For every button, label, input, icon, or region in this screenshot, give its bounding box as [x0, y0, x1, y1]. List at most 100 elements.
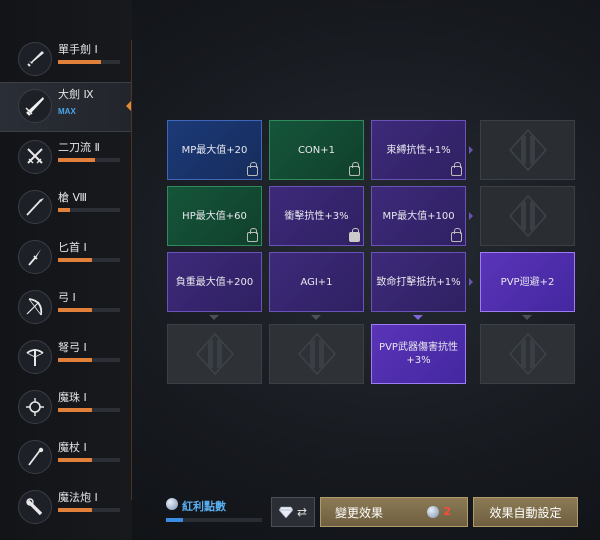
locked-slot-emblem-icon: [297, 332, 336, 376]
effect-text: 束縛抗性+1%: [386, 144, 451, 156]
weapon-max-label: MAX: [58, 107, 76, 116]
weapon-progress-fill: [58, 258, 93, 262]
bonus-points-icon: [166, 498, 178, 510]
effect-slot[interactable]: PVP武器傷害抗性+3%: [371, 324, 466, 384]
effect-slot[interactable]: 負重最大值+200: [167, 252, 262, 312]
weapon-item[interactable]: 槍 Ⅷ: [0, 186, 132, 232]
unlock-icon[interactable]: [247, 228, 258, 242]
effect-text: HP最大值+60: [182, 210, 247, 222]
weapon-item[interactable]: 二刀流 Ⅱ: [0, 136, 132, 182]
weapon-progress-bar: [58, 158, 120, 162]
connector-down-icon: [311, 315, 321, 320]
dual-blades-icon: [18, 140, 52, 174]
weapon-progress-bar: [58, 60, 120, 64]
weapon-name: 弓 Ⅰ: [58, 291, 76, 304]
swap-arrows-icon: ⇄: [296, 505, 308, 519]
weapon-item[interactable]: 魔珠 Ⅰ: [0, 386, 132, 432]
weapon-progress-bar: [58, 358, 120, 362]
effect-slot[interactable]: AGI+1: [269, 252, 364, 312]
weapon-progress-bar: [58, 208, 120, 212]
effect-text: 衝擊抗性+3%: [284, 210, 349, 222]
weapon-name: 匕首 Ⅰ: [58, 241, 87, 254]
weapon-item[interactable]: 魔杖 Ⅰ: [0, 436, 132, 482]
effect-slot[interactable]: CON+1: [269, 120, 364, 180]
change-effect-label: 變更效果: [335, 505, 384, 520]
orb-icon: [18, 390, 52, 424]
change-effect-button[interactable]: 變更效果 2: [320, 497, 468, 527]
crossbow-icon: [18, 340, 52, 374]
weapon-name: 槍 Ⅷ: [58, 191, 87, 204]
weapon-progress-fill: [58, 158, 96, 162]
connector-right-icon: [469, 212, 473, 220]
auto-set-effect-label: 效果自動設定: [489, 505, 562, 520]
weapon-progress-bar: [58, 458, 120, 462]
weapon-item[interactable]: 匕首 Ⅰ: [0, 236, 132, 282]
locked-effect-slot[interactable]: [269, 324, 364, 384]
bow-icon: [18, 290, 52, 324]
locked-slot-emblem-icon: [508, 332, 547, 376]
locked-effect-slot[interactable]: [480, 186, 575, 246]
locked-effect-slot[interactable]: [480, 120, 575, 180]
bonus-points-label: 紅利點數: [182, 500, 226, 513]
weapon-name: 大劍 Ⅸ: [58, 88, 94, 101]
weapon-item[interactable]: 弓 Ⅰ: [0, 286, 132, 332]
unlock-icon[interactable]: [451, 162, 462, 176]
locked-slot-emblem-icon: [508, 194, 547, 238]
effect-slot[interactable]: PVP迴避+2: [480, 252, 575, 312]
weapon-progress-bar: [58, 408, 120, 412]
effect-slot[interactable]: HP最大值+60: [167, 186, 262, 246]
effect-slot[interactable]: MP最大值+20: [167, 120, 262, 180]
weapon-progress-fill: [58, 508, 93, 512]
auto-set-effect-button[interactable]: 效果自動設定: [473, 497, 578, 527]
weapon-progress-fill: [58, 208, 71, 212]
unlock-icon[interactable]: [247, 162, 258, 176]
locked-effect-slot[interactable]: [167, 324, 262, 384]
locked-effect-slot[interactable]: [480, 324, 575, 384]
connector-right-icon: [469, 278, 473, 286]
effect-text: 致命打擊抵抗+1%: [376, 276, 461, 288]
wand-icon: [18, 440, 52, 474]
magic-cannon-icon: [18, 490, 52, 524]
cost-gem-icon: [427, 506, 439, 518]
weapon-progress-fill: [58, 358, 93, 362]
weapon-progress-fill: [58, 308, 93, 312]
bonus-points-bar: [166, 518, 262, 522]
effect-text: MP最大值+100: [382, 210, 455, 222]
bonus-points-bar-fill: [166, 518, 184, 522]
weapon-name: 單手劍 Ⅰ: [58, 43, 98, 56]
effect-slot[interactable]: MP最大值+100: [371, 186, 466, 246]
effect-text: MP最大值+20: [181, 144, 248, 156]
effect-slot[interactable]: 束縛抗性+1%: [371, 120, 466, 180]
unlock-icon[interactable]: [349, 162, 360, 176]
greatsword-icon: [18, 89, 52, 123]
connector-down-icon: [413, 315, 423, 320]
weapon-sidebar: 單手劍 Ⅰ 大劍 Ⅸ MAX 二刀流 Ⅱ 槍 Ⅷ 匕首 Ⅰ 弓 Ⅰ 弩弓 Ⅰ 魔珠 Ⅰ 魔杖 Ⅰ 魔…: [0, 0, 132, 540]
weapon-item[interactable]: 大劍 Ⅸ MAX: [0, 82, 132, 132]
weapon-progress-bar: [58, 258, 120, 262]
one-hand-sword-icon: [18, 42, 52, 76]
sidebar-divider: [131, 40, 132, 500]
locked-slot-emblem-icon: [195, 332, 234, 376]
effect-slot[interactable]: 衝擊抗性+3%: [269, 186, 364, 246]
connector-right-icon: [469, 146, 473, 154]
effect-text: PVP武器傷害抗性+3%: [379, 342, 458, 366]
effect-text: PVP迴避+2: [500, 276, 555, 288]
swap-preset-button[interactable]: ⇄: [271, 497, 315, 527]
weapon-progress-fill: [58, 458, 93, 462]
weapon-item[interactable]: 單手劍 Ⅰ: [0, 38, 132, 84]
unlock-icon[interactable]: [451, 228, 462, 242]
locked-slot-emblem-icon: [508, 128, 547, 172]
effect-slot[interactable]: 致命打擊抵抗+1%: [371, 252, 466, 312]
lock-icon[interactable]: [349, 228, 360, 242]
connector-down-icon: [209, 315, 219, 320]
spear-icon: [18, 190, 52, 224]
weapon-item[interactable]: 弩弓 Ⅰ: [0, 336, 132, 382]
weapon-progress-bar: [58, 508, 120, 512]
weapon-item[interactable]: 魔法炮 Ⅰ: [0, 486, 132, 532]
effect-text: 負重最大值+200: [175, 276, 254, 288]
weapon-progress-fill: [58, 60, 102, 64]
change-effect-cost: 2: [443, 505, 451, 518]
weapon-name: 魔法炮 Ⅰ: [58, 491, 98, 504]
weapon-name: 弩弓 Ⅰ: [58, 341, 87, 354]
weapon-name: 魔杖 Ⅰ: [58, 441, 87, 454]
